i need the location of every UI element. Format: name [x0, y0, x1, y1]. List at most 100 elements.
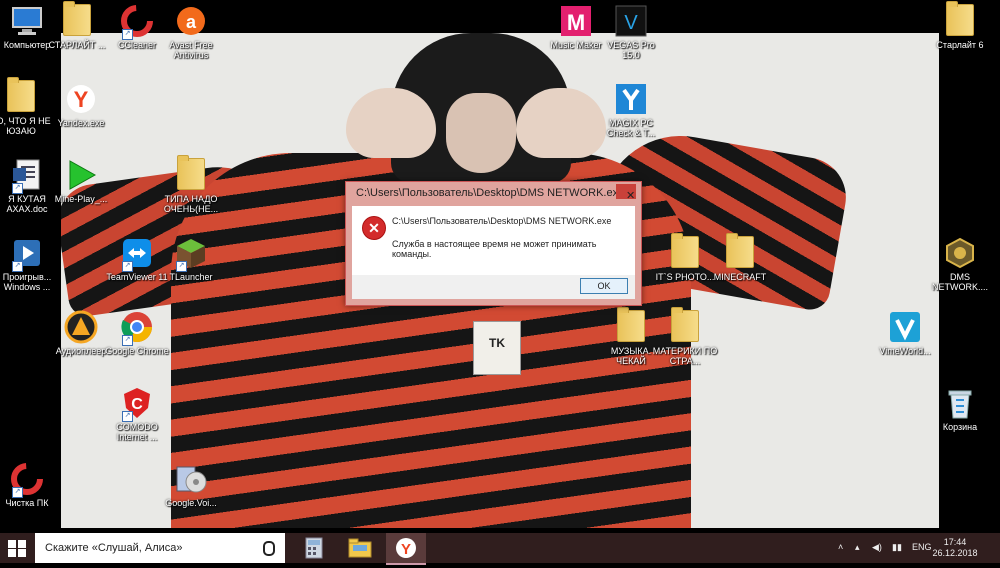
desktop-icon-magix[interactable]: MAGIX PC Check & T... — [598, 82, 664, 138]
desktop-icon-label: ТО, ЧТО Я НЕ ЮЗАЮ — [0, 116, 51, 136]
volume-icon[interactable]: ◀) — [872, 542, 882, 553]
language-indicator[interactable]: ENG — [912, 542, 932, 552]
bluetooth-tray-icon[interactable]: ▴ — [855, 542, 860, 553]
desktop-icon-label: Корзина — [942, 422, 978, 432]
close-button[interactable]: ✕ — [616, 184, 636, 202]
desktop-icon-vegas[interactable]: V VEGAS Pro 15.0 — [598, 4, 664, 60]
search-box[interactable]: Скажите «Слушай, Алиса» — [35, 533, 285, 563]
error-icon: ✕ — [362, 216, 386, 240]
wallpaper-hand-left — [346, 88, 436, 158]
taskbar-yandex-browser[interactable]: Y — [386, 533, 426, 565]
comodo-icon: C ↗ — [120, 386, 154, 422]
desktop-icon-recycle-bin[interactable]: Корзина — [927, 386, 993, 432]
folder-icon — [668, 307, 702, 344]
chrome-icon: ↗ — [120, 310, 154, 346]
close-icon: ✕ — [626, 190, 636, 202]
yandex-browser-icon: Y — [396, 538, 416, 558]
desktop-icon-label: Проигрыв... Windows ... — [2, 272, 52, 292]
svg-text:Y: Y — [401, 541, 411, 558]
shortcut-arrow-icon: ↗ — [122, 335, 133, 346]
dialog-message: Служба в настоящее время не может приним… — [392, 239, 597, 259]
magix-icon — [614, 82, 648, 116]
start-button[interactable] — [0, 533, 34, 563]
folder-icon — [174, 155, 208, 192]
dialog-body: ✕ C:\Users\Пользователь\Desktop\DMS NETW… — [352, 206, 635, 275]
tlauncher-icon: ↗ — [174, 236, 208, 272]
desktop-icon-label: TLauncher — [169, 272, 213, 282]
shortcut-arrow-icon: ↗ — [176, 261, 187, 272]
desktop-icon-label: Google Chrome — [105, 346, 169, 356]
desktop-icon-tlauncher[interactable]: ↗ TLauncher — [158, 236, 224, 282]
desktop-icon-label: Mine-Play_... — [54, 194, 108, 204]
shortcut-arrow-icon: ↗ — [122, 261, 133, 272]
folder-icon — [4, 77, 38, 114]
recycle-bin-icon — [943, 386, 977, 420]
ccleaner-icon: ↗ — [10, 462, 44, 498]
clock[interactable]: 17:44 26.12.2018 — [930, 537, 980, 559]
desktop-icon-label: VimeWorld... — [879, 346, 931, 356]
teamviewer-icon: ↗ — [120, 236, 154, 272]
calculator-icon — [305, 537, 323, 559]
desktop-icon-label: COMODO Internet ... — [116, 422, 158, 442]
desktop-icon-folder-starlight[interactable]: СТАРЛАЙТ ... — [44, 1, 110, 50]
aimp-icon — [64, 310, 98, 344]
tray-chevron-icon[interactable]: ˄ — [838, 542, 843, 552]
shortcut-arrow-icon: ↗ — [122, 411, 133, 422]
desktop-icon-label: ТИПА НАДО ОЧЕНЬ(НЕ... — [163, 194, 219, 214]
desktop-icon-avast[interactable]: a Avast Free Antivirus — [158, 4, 224, 60]
media-player-icon: ↗ — [10, 236, 44, 272]
folder-icon — [60, 1, 94, 38]
desktop-icon-comodo[interactable]: C ↗ COMODO Internet ... — [104, 386, 170, 442]
desktop-icon-label: MINECRAFT — [713, 272, 767, 282]
taskbar-file-explorer[interactable] — [340, 533, 380, 563]
folder-icon — [943, 1, 977, 38]
microphone-icon[interactable] — [263, 541, 275, 556]
folder-icon — [668, 233, 702, 270]
wallpaper-hand-right — [516, 88, 606, 158]
dialog-path-text: C:\Users\Пользователь\Desktop\DMS NETWOR… — [392, 216, 612, 226]
svg-text:C: C — [131, 396, 143, 413]
search-placeholder: Скажите «Слушай, Алиса» — [45, 542, 183, 554]
desktop-icon-mine-play[interactable]: Mine-Play_... — [48, 158, 114, 204]
desktop-icon-vimeworld[interactable]: VimeWorld... — [872, 310, 938, 356]
vegas-icon: V — [614, 4, 648, 38]
network-icon[interactable]: ▮▮ — [892, 542, 902, 553]
desktop-icon-folder-tipa[interactable]: ТИПА НАДО ОЧЕНЬ(НЕ... — [158, 155, 224, 214]
svg-text:V: V — [624, 12, 638, 34]
desktop-icon-chistka-pk[interactable]: ↗ Чистка ПК — [0, 462, 60, 508]
desktop-icon-google-voice[interactable]: Google.Voi... — [158, 462, 224, 508]
music-maker-icon: M — [559, 4, 593, 38]
svg-text:a: a — [186, 12, 197, 32]
dialog-title-bar[interactable]: C:\Users\Пользователь\Desktop\DMS NETWOR… — [346, 182, 641, 204]
desktop-icon-folder-starlight-6[interactable]: Старлайт 6 — [927, 1, 993, 50]
vimeworld-icon — [888, 310, 922, 344]
taskbar-calculator[interactable] — [294, 533, 334, 563]
desktop-icon-label: Старлайт 6 — [936, 40, 984, 50]
ok-button[interactable]: OK — [580, 278, 628, 294]
wallpaper-patch: TK — [473, 321, 521, 375]
dms-network-icon — [943, 236, 977, 270]
dialog-title: C:\Users\Пользователь\Desktop\DMS NETWOR… — [356, 187, 625, 199]
folder-icon — [614, 307, 648, 344]
desktop-icon-folder-to-chto[interactable]: ТО, ЧТО Я НЕ ЮЗАЮ — [0, 77, 54, 136]
clock-time: 17:44 — [943, 537, 967, 547]
desktop-icon-label: MAGIX PC Check & T... — [606, 118, 656, 138]
wallpaper-patch-text: TK — [489, 336, 505, 350]
desktop: TK Компьютер ТО, ЧТО Я НЕ ЮЗАЮ ↗ Я КУТАЯ… — [0, 0, 1000, 533]
shortcut-arrow-icon: ↗ — [12, 261, 23, 272]
desktop-icon-dms-network[interactable]: DMS NETWORK.... — [927, 236, 993, 292]
desktop-icon-label: Google.Voi... — [165, 498, 217, 508]
shortcut-arrow-icon: ↗ — [12, 487, 23, 498]
computer-icon — [10, 4, 44, 38]
shortcut-arrow-icon: ↗ — [122, 29, 133, 40]
desktop-icon-chrome[interactable]: ↗ Google Chrome — [104, 310, 170, 356]
desktop-icon-folder-materiki[interactable]: МАТЕРИКИ ПО СТРА... — [652, 307, 718, 366]
desktop-icon-yandex[interactable]: Y Yandex.exe — [48, 82, 114, 128]
avast-icon: a — [174, 4, 208, 38]
desktop-icon-label: МАТЕРИКИ ПО СТРА... — [652, 346, 718, 366]
disc-installer-icon — [174, 462, 208, 496]
error-dialog: C:\Users\Пользователь\Desktop\DMS NETWOR… — [345, 181, 642, 306]
desktop-icon-media-player[interactable]: ↗ Проигрыв... Windows ... — [0, 236, 60, 292]
desktop-icon-label: Avast Free Antivirus — [169, 40, 213, 60]
desktop-icon-folder-minecraft[interactable]: MINECRAFT — [707, 233, 773, 282]
